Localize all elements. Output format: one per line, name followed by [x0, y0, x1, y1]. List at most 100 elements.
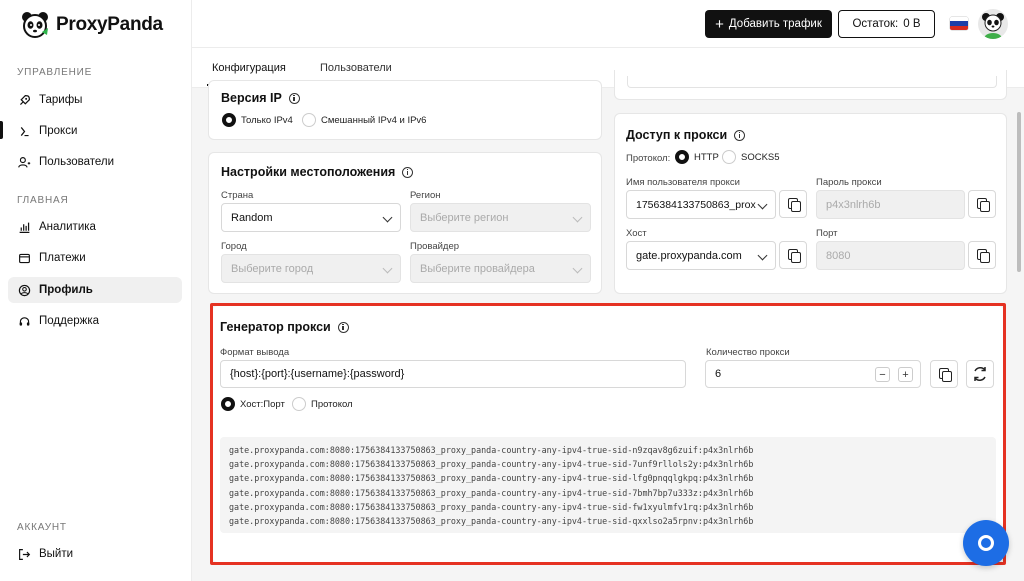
chevron-down-icon [382, 212, 393, 223]
port-value: 8080 [826, 249, 851, 262]
sidebar-item-support[interactable]: Поддержка [8, 308, 182, 334]
section-main-heading: ГЛАВНАЯ [17, 195, 69, 206]
radio-selected-icon [675, 150, 689, 164]
chat-support-button[interactable] [963, 520, 1009, 566]
country-select[interactable]: Random [221, 203, 401, 232]
username-value: 1756384133750863_prox [636, 198, 756, 211]
add-traffic-label: Добавить трафик [728, 18, 822, 30]
radio-unselected-icon [722, 150, 736, 164]
section-account-heading: АККАУНТ [17, 522, 67, 533]
ip-version-card: Версия IP Только IPv4 Смешанный IPv4 и I… [208, 80, 602, 140]
copy-username-button[interactable] [779, 190, 807, 218]
radio-socks5[interactable]: SOCKS5 [722, 150, 780, 164]
region-label: Регион [410, 190, 441, 201]
russia-flag-icon[interactable] [950, 17, 968, 30]
section-manage-heading: УПРАВЛЕНИЕ [17, 67, 93, 78]
logo[interactable]: ProxyPanda [20, 10, 163, 40]
scrollbar[interactable] [1017, 112, 1021, 272]
sidebar-item-proxies[interactable]: Прокси [8, 118, 182, 144]
sidebar-item-payments[interactable]: Платежи [8, 245, 182, 271]
sidebar-item-label: Аналитика [39, 221, 96, 233]
profile-icon [18, 284, 31, 296]
username-select[interactable]: 1756384133750863_prox [626, 190, 776, 219]
radio-mixed[interactable]: Смешанный IPv4 и IPv6 [302, 113, 426, 127]
host-label: Хост [626, 228, 647, 239]
sidebar-item-label: Тарифы [39, 94, 83, 106]
sidebar-item-users[interactable]: Пользователи [8, 149, 182, 175]
tab-configuration[interactable]: Конфигурация [212, 62, 286, 74]
chevron-down-icon [757, 250, 768, 261]
port-field[interactable]: 8080 [816, 241, 965, 270]
sidebar-item-label: Профиль [39, 284, 93, 296]
partial-input [627, 76, 997, 88]
sidebar-item-label: Платежи [39, 252, 86, 264]
chevron-down-icon [572, 212, 583, 223]
region-select[interactable]: Выберите регион [410, 203, 591, 232]
headset-icon [19, 316, 30, 326]
proxy-icon [20, 126, 29, 136]
bar-chart-icon [19, 222, 30, 233]
chevron-down-icon [572, 263, 583, 274]
sidebar-item-profile[interactable]: Профиль [8, 277, 182, 303]
highlight-frame [210, 303, 1006, 565]
sidebar-item-label: Поддержка [39, 315, 99, 327]
port-label: Порт [816, 228, 838, 239]
top-header: + Добавить трафик Остаток: 0 B [192, 0, 1024, 48]
host-value: gate.proxypanda.com [636, 249, 742, 262]
radio-selected-icon [222, 113, 236, 127]
panda-logo-icon [20, 10, 50, 40]
info-icon[interactable] [734, 129, 746, 141]
rocket-icon [20, 94, 30, 105]
card-title: Версия IP [221, 91, 282, 105]
access-title-row: Доступ к прокси [626, 128, 746, 142]
provider-label: Провайдер [410, 241, 460, 252]
active-indicator [0, 121, 3, 139]
host-select[interactable]: gate.proxypanda.com [626, 241, 776, 270]
sidebar-item-tariffs[interactable]: Тарифы [8, 87, 182, 113]
copy-port-button[interactable] [968, 241, 996, 269]
chevron-down-icon [382, 263, 393, 274]
password-value: p4x3nlrh6b [826, 198, 881, 211]
chevron-down-icon [757, 199, 768, 210]
logout-button[interactable]: Выйти [8, 541, 182, 567]
radio-ipv4[interactable]: Только IPv4 [222, 113, 293, 127]
password-label: Пароль прокси [816, 177, 882, 188]
card-title: Настройки местоположения [221, 165, 396, 179]
logout-label: Выйти [39, 548, 74, 560]
info-icon[interactable] [288, 92, 300, 104]
radio-label: SOCKS5 [741, 151, 780, 163]
proxy-access-card: Доступ к прокси Протокол: HTTP SOCKS5 Им… [614, 113, 1007, 294]
location-card: Настройки местоположения Страна Random Р… [208, 152, 602, 294]
radio-http[interactable]: HTTP [675, 150, 719, 164]
country-value: Random [231, 211, 273, 224]
copy-host-button[interactable] [779, 241, 807, 269]
city-label: Город [221, 241, 247, 252]
sidebar-item-label: Пользователи [39, 156, 115, 168]
ip-version-title-row: Версия IP [221, 91, 300, 105]
location-title-row: Настройки местоположения [221, 165, 414, 179]
avatar[interactable] [978, 9, 1008, 39]
sidebar: ProxyPanda УПРАВЛЕНИЕ Тарифы Прокси Поль… [0, 0, 192, 581]
radio-label: Только IPv4 [241, 114, 293, 126]
region-placeholder: Выберите регион [420, 211, 509, 224]
password-field[interactable]: p4x3nlrh6b [816, 190, 965, 219]
provider-select[interactable]: Выберите провайдера [410, 254, 591, 283]
logout-icon [19, 548, 31, 560]
radio-label: Смешанный IPv4 и IPv6 [321, 114, 427, 126]
plus-icon: + [715, 15, 724, 33]
balance-label: Остаток: [852, 18, 899, 30]
card-title: Доступ к прокси [626, 128, 728, 142]
balance-button[interactable]: Остаток: 0 B [838, 10, 935, 38]
username-label: Имя пользователя прокси [626, 177, 740, 188]
sidebar-item-analytics[interactable]: Аналитика [8, 214, 182, 240]
city-select[interactable]: Выберите город [221, 254, 401, 283]
copy-password-button[interactable] [968, 190, 996, 218]
info-icon[interactable] [402, 166, 414, 178]
provider-placeholder: Выберите провайдера [420, 262, 535, 275]
balance-value: 0 B [903, 18, 921, 30]
tab-users[interactable]: Пользователи [320, 62, 392, 74]
brand-name: ProxyPanda [56, 14, 163, 35]
city-placeholder: Выберите город [231, 262, 314, 275]
add-traffic-button[interactable]: + Добавить трафик [705, 10, 832, 38]
upper-card-partial [614, 70, 1007, 100]
